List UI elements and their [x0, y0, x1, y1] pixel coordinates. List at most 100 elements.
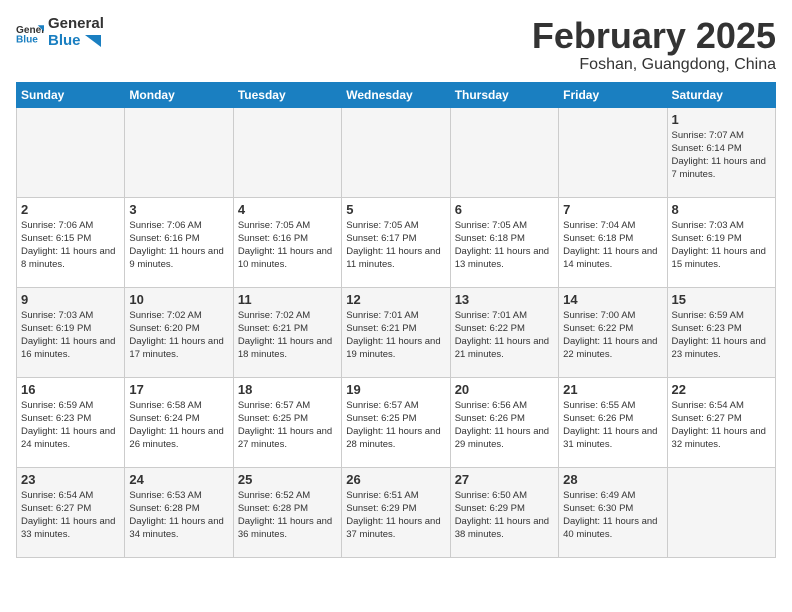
day-info: Sunrise: 7:03 AM Sunset: 6:19 PM Dayligh…	[672, 219, 771, 272]
day-number: 25	[238, 472, 337, 487]
day-cell: 20 Sunrise: 6:56 AM Sunset: 6:26 PM Dayli…	[450, 377, 558, 467]
day-number: 17	[129, 382, 228, 397]
title-area: February 2025 Foshan, Guangdong, China	[532, 16, 776, 74]
day-cell: 27 Sunrise: 6:50 AM Sunset: 6:29 PM Dayli…	[450, 467, 558, 557]
day-number: 13	[455, 292, 554, 307]
header: General Blue General Blue February 2025 …	[16, 16, 776, 74]
day-info: Sunrise: 6:56 AM Sunset: 6:26 PM Dayligh…	[455, 399, 554, 452]
weekday-header-friday: Friday	[559, 82, 667, 107]
day-cell: 17 Sunrise: 6:58 AM Sunset: 6:24 PM Dayli…	[125, 377, 233, 467]
day-number: 14	[563, 292, 662, 307]
day-info: Sunrise: 7:05 AM Sunset: 6:16 PM Dayligh…	[238, 219, 337, 272]
day-cell: 15 Sunrise: 6:59 AM Sunset: 6:23 PM Dayli…	[667, 287, 775, 377]
day-info: Sunrise: 7:05 AM Sunset: 6:18 PM Dayligh…	[455, 219, 554, 272]
day-cell: 7 Sunrise: 7:04 AM Sunset: 6:18 PM Daylig…	[559, 197, 667, 287]
day-cell: 14 Sunrise: 7:00 AM Sunset: 6:22 PM Dayli…	[559, 287, 667, 377]
weekday-header-sunday: Sunday	[17, 82, 125, 107]
day-info: Sunrise: 6:58 AM Sunset: 6:24 PM Dayligh…	[129, 399, 228, 452]
day-info: Sunrise: 6:55 AM Sunset: 6:26 PM Dayligh…	[563, 399, 662, 452]
day-number: 1	[672, 112, 771, 127]
day-number: 20	[455, 382, 554, 397]
day-number: 26	[346, 472, 445, 487]
day-info: Sunrise: 6:52 AM Sunset: 6:28 PM Dayligh…	[238, 489, 337, 542]
day-number: 28	[563, 472, 662, 487]
day-number: 4	[238, 202, 337, 217]
day-cell: 12Sunrise: 7:01 AM Sunset: 6:21 PM Dayli…	[342, 287, 450, 377]
day-cell: 19Sunrise: 6:57 AM Sunset: 6:25 PM Dayli…	[342, 377, 450, 467]
day-cell: 13 Sunrise: 7:01 AM Sunset: 6:22 PM Dayli…	[450, 287, 558, 377]
day-info: Sunrise: 7:01 AM Sunset: 6:21 PM Dayligh…	[346, 309, 445, 362]
logo-icon: General Blue	[16, 22, 44, 44]
day-cell: 10Sunrise: 7:02 AM Sunset: 6:20 PM Dayli…	[125, 287, 233, 377]
day-cell: 23 Sunrise: 6:54 AM Sunset: 6:27 PM Dayli…	[17, 467, 125, 557]
day-cell: 16 Sunrise: 6:59 AM Sunset: 6:23 PM Dayli…	[17, 377, 125, 467]
day-info: Sunrise: 6:51 AM Sunset: 6:29 PM Dayligh…	[346, 489, 445, 542]
weekday-row: SundayMondayTuesdayWednesdayThursdayFrid…	[17, 82, 776, 107]
day-cell: 9Sunrise: 7:03 AM Sunset: 6:19 PM Daylig…	[17, 287, 125, 377]
day-cell: 28 Sunrise: 6:49 AM Sunset: 6:30 PM Dayli…	[559, 467, 667, 557]
day-info: Sunrise: 6:57 AM Sunset: 6:25 PM Dayligh…	[238, 399, 337, 452]
day-number: 19	[346, 382, 445, 397]
day-info: Sunrise: 7:02 AM Sunset: 6:21 PM Dayligh…	[238, 309, 337, 362]
day-cell	[125, 107, 233, 197]
day-cell	[450, 107, 558, 197]
day-info: Sunrise: 7:02 AM Sunset: 6:20 PM Dayligh…	[129, 309, 228, 362]
day-info: Sunrise: 7:03 AM Sunset: 6:19 PM Dayligh…	[21, 309, 120, 362]
day-cell: 5Sunrise: 7:05 AM Sunset: 6:17 PM Daylig…	[342, 197, 450, 287]
logo-arrow	[85, 35, 101, 47]
day-cell	[667, 467, 775, 557]
day-cell: 6Sunrise: 7:05 AM Sunset: 6:18 PM Daylig…	[450, 197, 558, 287]
weekday-header-tuesday: Tuesday	[233, 82, 341, 107]
day-cell: 24 Sunrise: 6:53 AM Sunset: 6:28 PM Dayli…	[125, 467, 233, 557]
day-cell: 25 Sunrise: 6:52 AM Sunset: 6:28 PM Dayli…	[233, 467, 341, 557]
logo: General Blue General Blue	[16, 16, 104, 49]
day-cell: 26 Sunrise: 6:51 AM Sunset: 6:29 PM Dayli…	[342, 467, 450, 557]
day-number: 18	[238, 382, 337, 397]
day-info: Sunrise: 6:54 AM Sunset: 6:27 PM Dayligh…	[21, 489, 120, 542]
calendar-title: February 2025	[532, 16, 776, 56]
week-row-1: 1 Sunrise: 7:07 AM Sunset: 6:14 PM Daylig…	[17, 107, 776, 197]
weekday-header-saturday: Saturday	[667, 82, 775, 107]
day-cell: 21 Sunrise: 6:55 AM Sunset: 6:26 PM Dayli…	[559, 377, 667, 467]
day-cell: 2Sunrise: 7:06 AM Sunset: 6:15 PM Daylig…	[17, 197, 125, 287]
day-info: Sunrise: 6:49 AM Sunset: 6:30 PM Dayligh…	[563, 489, 662, 542]
day-number: 11	[238, 292, 337, 307]
day-number: 23	[21, 472, 120, 487]
day-info: Sunrise: 7:06 AM Sunset: 6:16 PM Dayligh…	[129, 219, 228, 272]
calendar-header: SundayMondayTuesdayWednesdayThursdayFrid…	[17, 82, 776, 107]
day-info: Sunrise: 7:06 AM Sunset: 6:15 PM Dayligh…	[21, 219, 120, 272]
day-info: Sunrise: 6:53 AM Sunset: 6:28 PM Dayligh…	[129, 489, 228, 542]
logo-general-text: General	[48, 16, 104, 33]
svg-text:Blue: Blue	[16, 34, 38, 44]
week-row-4: 16 Sunrise: 6:59 AM Sunset: 6:23 PM Dayli…	[17, 377, 776, 467]
day-info: Sunrise: 7:07 AM Sunset: 6:14 PM Dayligh…	[672, 129, 771, 182]
week-row-3: 9Sunrise: 7:03 AM Sunset: 6:19 PM Daylig…	[17, 287, 776, 377]
day-cell	[233, 107, 341, 197]
day-info: Sunrise: 7:00 AM Sunset: 6:22 PM Dayligh…	[563, 309, 662, 362]
day-info: Sunrise: 6:59 AM Sunset: 6:23 PM Dayligh…	[21, 399, 120, 452]
calendar-subtitle: Foshan, Guangdong, China	[532, 56, 776, 74]
day-cell: 22Sunrise: 6:54 AM Sunset: 6:27 PM Dayli…	[667, 377, 775, 467]
day-cell: 8 Sunrise: 7:03 AM Sunset: 6:19 PM Daylig…	[667, 197, 775, 287]
day-number: 21	[563, 382, 662, 397]
day-cell	[17, 107, 125, 197]
calendar-body: 1 Sunrise: 7:07 AM Sunset: 6:14 PM Daylig…	[17, 107, 776, 557]
day-cell: 3Sunrise: 7:06 AM Sunset: 6:16 PM Daylig…	[125, 197, 233, 287]
day-cell	[559, 107, 667, 197]
day-info: Sunrise: 6:59 AM Sunset: 6:23 PM Dayligh…	[672, 309, 771, 362]
day-number: 7	[563, 202, 662, 217]
day-number: 27	[455, 472, 554, 487]
day-info: Sunrise: 7:01 AM Sunset: 6:22 PM Dayligh…	[455, 309, 554, 362]
weekday-header-wednesday: Wednesday	[342, 82, 450, 107]
day-info: Sunrise: 6:50 AM Sunset: 6:29 PM Dayligh…	[455, 489, 554, 542]
day-number: 24	[129, 472, 228, 487]
week-row-5: 23 Sunrise: 6:54 AM Sunset: 6:27 PM Dayli…	[17, 467, 776, 557]
weekday-header-thursday: Thursday	[450, 82, 558, 107]
day-number: 8	[672, 202, 771, 217]
day-cell: 11 Sunrise: 7:02 AM Sunset: 6:21 PM Dayli…	[233, 287, 341, 377]
day-cell: 18 Sunrise: 6:57 AM Sunset: 6:25 PM Dayli…	[233, 377, 341, 467]
day-info: Sunrise: 7:04 AM Sunset: 6:18 PM Dayligh…	[563, 219, 662, 272]
day-number: 16	[21, 382, 120, 397]
day-cell: 4 Sunrise: 7:05 AM Sunset: 6:16 PM Daylig…	[233, 197, 341, 287]
day-number: 15	[672, 292, 771, 307]
